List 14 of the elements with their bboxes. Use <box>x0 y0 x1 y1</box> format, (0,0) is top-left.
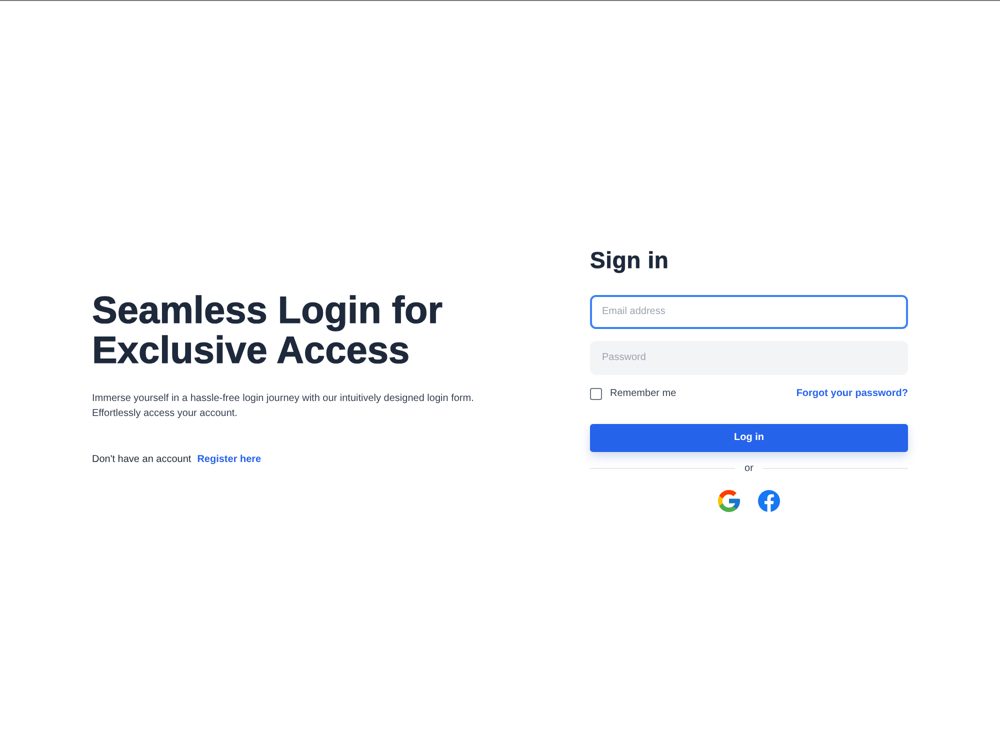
facebook-icon[interactable] <box>758 490 780 512</box>
remember-checkbox[interactable] <box>590 388 602 400</box>
sign-in-heading: Sign in <box>590 246 670 272</box>
password-field[interactable]: Password <box>590 340 908 374</box>
hero-description: Immerse yourself in a hassle-free login journey with our intuitively designed login form. Effortlessly access your account. <box>92 392 475 421</box>
hero-heading: Seamless Login for Exclusive Access <box>92 291 444 371</box>
register-link[interactable]: Register here <box>197 454 262 465</box>
remember-label: Remember me <box>610 388 676 399</box>
divider-label: or <box>744 462 754 474</box>
forgot-password-link[interactable]: Forgot your password? <box>796 388 908 399</box>
google-icon[interactable] <box>718 490 740 512</box>
email-field[interactable]: Email address <box>590 294 908 328</box>
register-prompt: Don't have an account <box>92 454 192 465</box>
login-button[interactable]: Log in <box>590 424 908 452</box>
